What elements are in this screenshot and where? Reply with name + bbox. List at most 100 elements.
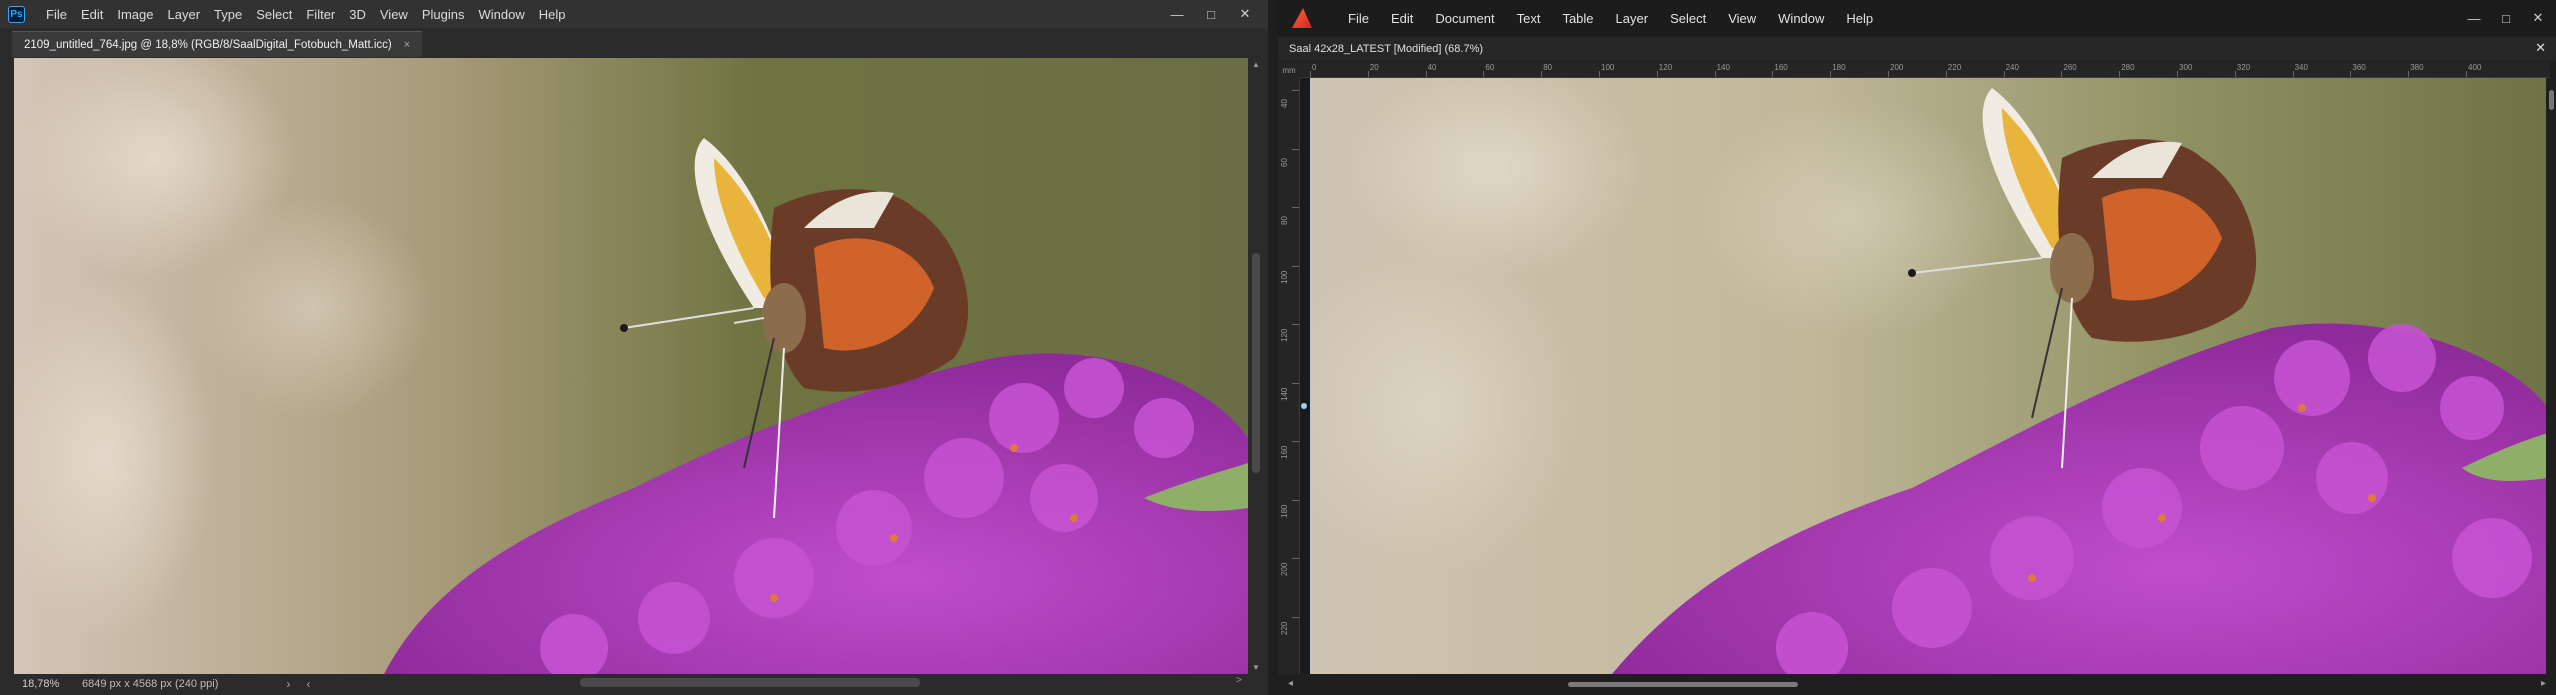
ruler-label: 120 [1280, 328, 1289, 342]
ruler-label: 140 [1280, 387, 1289, 401]
tab-close-icon[interactable]: × [404, 39, 410, 51]
close-icon[interactable]: ✕ [2522, 10, 2554, 26]
ps-menu-image[interactable]: Image [110, 7, 160, 22]
ruler-tick [1367, 71, 1369, 77]
scroll-right-icon[interactable]: > [1236, 675, 1242, 686]
ps-menu-select[interactable]: Select [249, 7, 299, 22]
ruler-label: 180 [1832, 63, 1846, 72]
ruler-tick [1483, 71, 1485, 77]
af-menu-select[interactable]: Select [1659, 11, 1717, 26]
af-menu-file[interactable]: File [1337, 11, 1380, 26]
ruler-tick [2003, 71, 2005, 77]
af-menu-document[interactable]: Document [1424, 11, 1505, 26]
af-menu-text[interactable]: Text [1506, 11, 1552, 26]
ruler-tick [2234, 71, 2236, 77]
scroll-right-icon[interactable]: ▸ [2541, 678, 2546, 689]
af-menu: File Edit Document Text Table Layer Sele… [1337, 11, 1884, 26]
ruler-tick [1292, 558, 1299, 559]
ps-canvas-photo[interactable] [14, 58, 1248, 674]
ruler-label: 300 [2179, 63, 2193, 72]
ruler-label: 40 [1280, 99, 1289, 108]
maximize-icon[interactable]: □ [2490, 11, 2522, 26]
ps-document-tab[interactable]: 2109_untitled_764.jpg @ 18,8% (RGB/8/Saa… [12, 31, 423, 57]
af-menu-view[interactable]: View [1717, 11, 1767, 26]
photoshop-logo-icon: Ps [8, 5, 25, 23]
scroll-up-icon[interactable]: ▲ [1250, 60, 1262, 69]
ps-menu-layer[interactable]: Layer [161, 7, 208, 22]
af-menu-window[interactable]: Window [1767, 11, 1835, 26]
close-icon[interactable]: ✕ [1228, 6, 1262, 22]
ruler-label: 160 [1774, 63, 1788, 72]
ruler-label: 100 [1601, 63, 1615, 72]
ruler-tick [1714, 71, 1716, 77]
ruler-label: 240 [2005, 63, 2019, 72]
ruler-tick [1292, 207, 1299, 208]
ruler-label: 60 [1280, 157, 1289, 167]
ruler-label: 80 [1543, 63, 1553, 72]
af-menu-help[interactable]: Help [1835, 11, 1884, 26]
chevron-left-icon[interactable]: ‹ [306, 677, 310, 691]
ruler-gutter [1300, 78, 1310, 674]
ruler-tick [2466, 71, 2467, 77]
ps-horizontal-scroll-thumb[interactable] [580, 678, 920, 687]
ruler-tick [2292, 71, 2294, 77]
ruler-tick [2177, 71, 2178, 77]
minimize-icon[interactable]: — [2458, 11, 2490, 26]
af-vertical-scrollbar[interactable] [2546, 78, 2556, 674]
ps-menu-plugins[interactable]: Plugins [415, 7, 472, 22]
ruler-tick [1292, 90, 1299, 91]
ps-vertical-scroll-thumb[interactable] [1252, 253, 1260, 473]
ruler-tick [1945, 71, 1947, 77]
ruler-tick [2061, 71, 2063, 77]
ruler-label: 0 [1312, 63, 1317, 72]
ruler-tick [2408, 71, 2410, 77]
ruler-tick [1541, 71, 1543, 77]
ruler-label: 180 [1280, 504, 1289, 518]
scroll-down-icon[interactable]: ▼ [1250, 663, 1262, 672]
ruler-label: 80 [1280, 216, 1289, 225]
ps-menu-view[interactable]: View [373, 7, 415, 22]
ps-menu-window[interactable]: Window [471, 7, 531, 22]
af-document-tab[interactable]: Saal 42x28_LATEST [Modified] (68.7%) ✕ [1278, 37, 2556, 61]
ps-vertical-scrollbar[interactable]: ▲ ▼ [1250, 58, 1262, 674]
ruler-tick [1599, 71, 1600, 77]
ruler-label: 160 [1280, 445, 1289, 459]
ruler-label: 360 [2352, 63, 2366, 72]
document-close-icon[interactable]: ✕ [2535, 40, 2546, 56]
vertical-ruler[interactable]: 40 60 80 100 120 140 160 180 200 220 [1278, 78, 1300, 674]
maximize-icon[interactable]: □ [1194, 7, 1228, 22]
af-menu-edit[interactable]: Edit [1380, 11, 1424, 26]
ruler-label: 380 [2410, 63, 2424, 72]
ruler-label: 220 [1947, 63, 1962, 72]
ruler-label: 340 [2294, 63, 2308, 72]
ruler-tick [1310, 71, 1311, 77]
ps-zoom-level[interactable]: 18,78% [12, 678, 72, 690]
ps-menu-file[interactable]: File [39, 7, 74, 22]
ps-document-tabs: 2109_untitled_764.jpg @ 18,8% (RGB/8/Saa… [12, 31, 1268, 57]
ruler-label: 320 [2236, 63, 2251, 72]
ps-menu-filter[interactable]: Filter [299, 7, 342, 22]
ruler-tick [1830, 71, 1832, 77]
af-horizontal-scrollbar[interactable]: ◂ ▸ [1278, 674, 2556, 695]
af-vertical-scroll-thumb[interactable] [2549, 90, 2554, 110]
horizontal-ruler[interactable]: 0 20 40 60 80 100 120 140 160 180 200 220 240 260 280 3… [1300, 62, 2550, 78]
scroll-left-icon[interactable]: ◂ [1288, 678, 1293, 689]
ps-menu-edit[interactable]: Edit [74, 7, 110, 22]
ps-menu-3d[interactable]: 3D [342, 7, 373, 22]
af-canvas-photo[interactable] [1310, 78, 2546, 674]
af-menu-table[interactable]: Table [1551, 11, 1604, 26]
ruler-tick [1656, 71, 1658, 77]
guide-handle[interactable] [1301, 403, 1307, 409]
ruler-label: 200 [1890, 63, 1904, 72]
chevron-right-icon[interactable]: › [286, 677, 290, 691]
ps-window-controls: — □ ✕ [1160, 0, 1262, 28]
ps-menu-help[interactable]: Help [532, 7, 573, 22]
butterfly-photo-affinity [1312, 78, 2546, 674]
affinity-window: File Edit Document Text Table Layer Sele… [1278, 0, 2556, 695]
af-menu-layer[interactable]: Layer [1605, 11, 1660, 26]
af-horizontal-scroll-thumb[interactable] [1568, 682, 1798, 687]
minimize-icon[interactable]: — [1160, 7, 1194, 22]
ruler-label: 20 [1369, 63, 1379, 72]
ps-menu-type[interactable]: Type [207, 7, 249, 22]
af-document-title: Saal 42x28_LATEST [Modified] (68.7%) [1289, 43, 1484, 55]
